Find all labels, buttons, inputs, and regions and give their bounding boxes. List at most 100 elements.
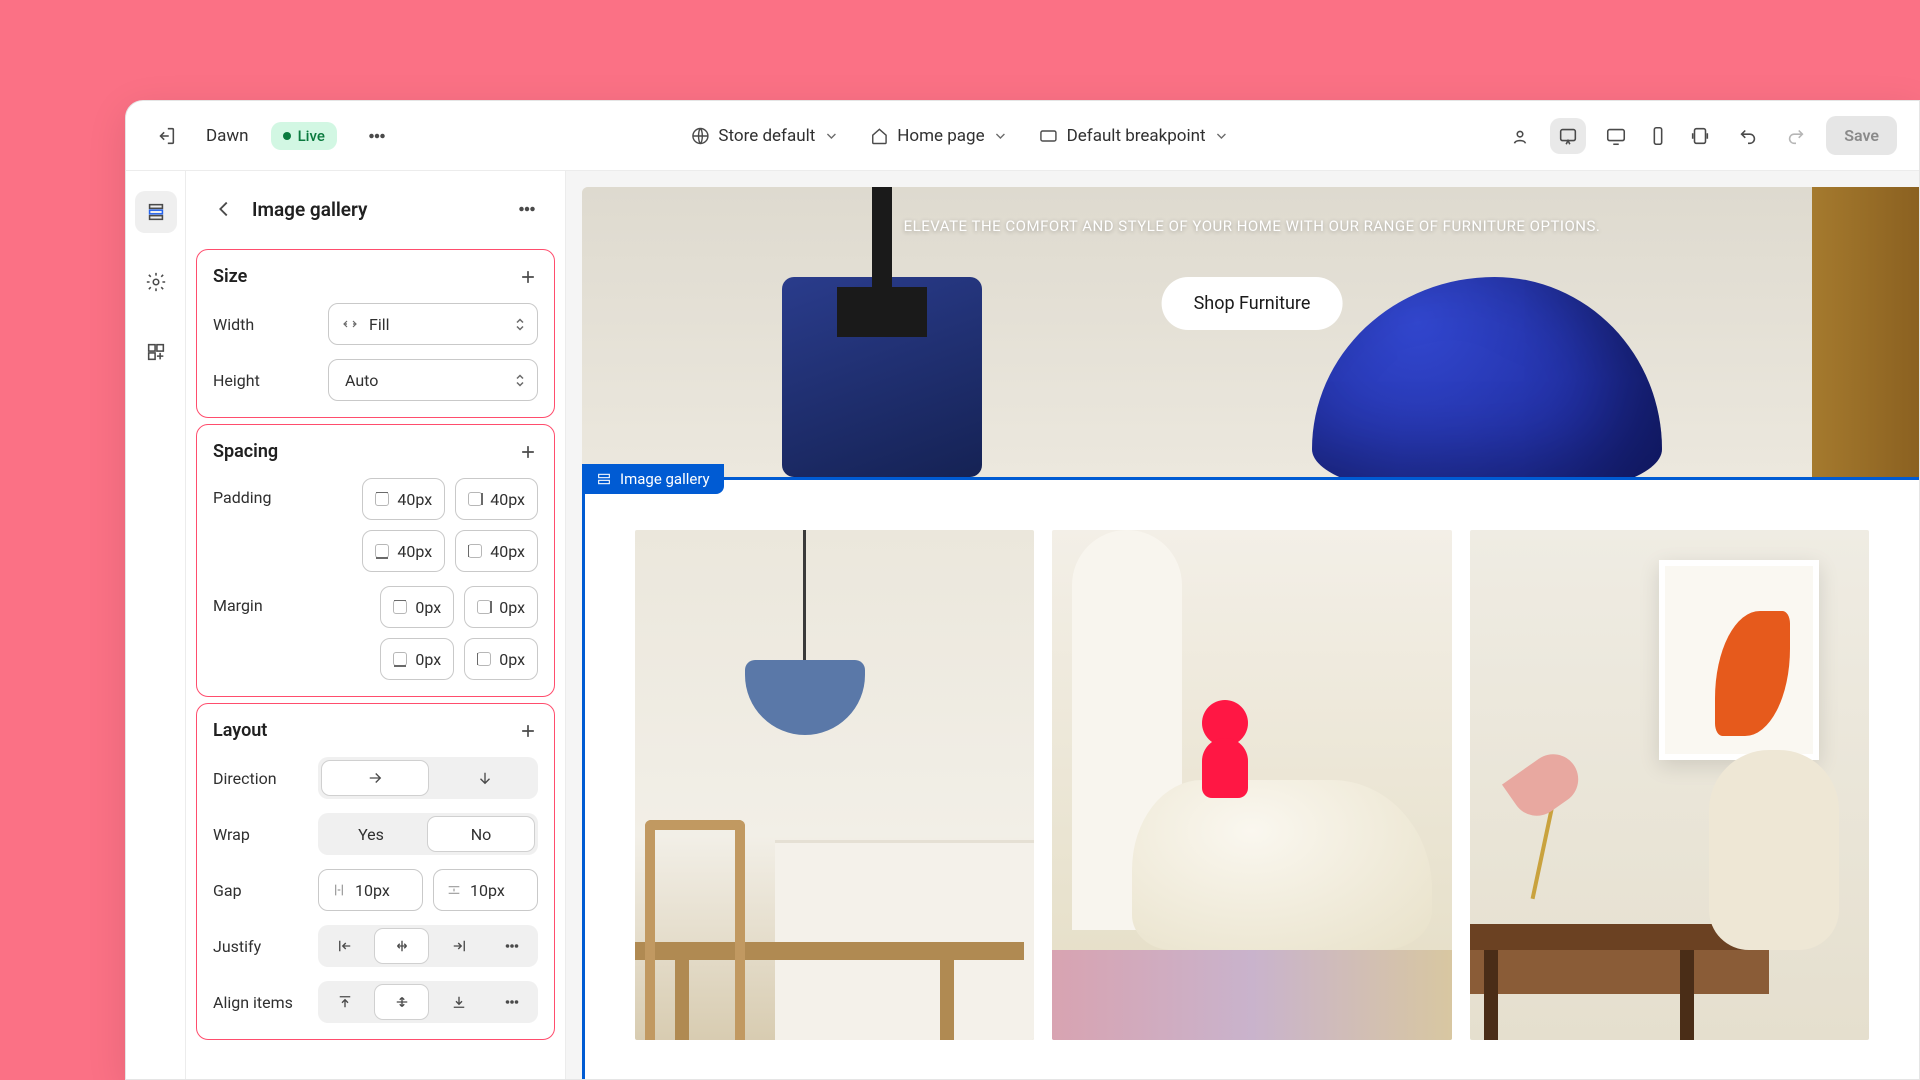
margin-bottom-input[interactable]: 0px [380, 638, 454, 680]
label-width: Width [213, 315, 254, 334]
panel-layout: Layout Direction Wrap Yes No [196, 703, 555, 1040]
add-size-prop-button[interactable] [518, 267, 538, 287]
justify-start-button[interactable] [318, 925, 371, 967]
more-icon [503, 993, 521, 1011]
align-segmented [318, 981, 538, 1023]
rail-apps-button[interactable] [135, 331, 177, 373]
edge-bottom-icon [375, 544, 389, 558]
more-actions-button[interactable] [359, 118, 395, 154]
wrap-no-button[interactable]: No [427, 816, 535, 852]
chevron-down-icon [823, 128, 839, 144]
inspector-sidebar: Image gallery Size Width Fill [186, 171, 566, 1079]
justify-center-button[interactable] [374, 928, 429, 964]
rail-settings-button[interactable] [135, 261, 177, 303]
image-gallery-section[interactable] [582, 477, 1919, 1079]
preview-canvas[interactable]: ELEVATE THE COMFORT AND STYLE OF YOUR HO… [566, 171, 1919, 1079]
inspector-mode-button[interactable] [1550, 118, 1586, 154]
display-icon [1039, 126, 1059, 146]
panel-size: Size Width Fill Height Auto [196, 249, 555, 418]
panel-spacing: Spacing Padding 40px 40px 40px 40px Marg… [196, 424, 555, 697]
edge-left-icon [477, 652, 491, 666]
height-select[interactable]: Auto [328, 359, 538, 401]
back-button[interactable] [206, 191, 242, 227]
justify-segmented [318, 925, 538, 967]
context-selector[interactable]: Store default [690, 126, 839, 146]
arrow-down-icon [476, 769, 494, 787]
margin-left-input[interactable]: 0px [464, 638, 538, 680]
align-end-button[interactable] [432, 981, 485, 1023]
padding-right-input[interactable]: 40px [455, 478, 538, 520]
inspector-more-button[interactable] [509, 191, 545, 227]
redo-button[interactable] [1778, 118, 1814, 154]
tool-rail [126, 171, 186, 1079]
width-select[interactable]: Fill [328, 303, 538, 345]
panel-title-spacing: Spacing [213, 441, 278, 462]
panel-title-layout: Layout [213, 720, 267, 741]
gallery-image-1[interactable] [635, 530, 1034, 1040]
label-height: Height [213, 371, 260, 390]
edge-right-icon [468, 492, 482, 506]
align-start-button[interactable] [318, 981, 371, 1023]
add-spacing-prop-button[interactable] [518, 442, 538, 462]
margin-top-input[interactable]: 0px [380, 586, 454, 628]
app-window: Dawn Live Store default Home page [125, 100, 1920, 1080]
label-wrap: Wrap [213, 825, 250, 844]
edge-right-icon [477, 600, 491, 614]
hero-tagline: ELEVATE THE COMFORT AND STYLE OF YOUR HO… [904, 217, 1601, 235]
home-icon [869, 126, 889, 146]
gallery-image-3[interactable] [1470, 530, 1869, 1040]
exit-editor-button[interactable] [148, 118, 184, 154]
edge-left-icon [468, 544, 482, 558]
gallery-image-2[interactable] [1052, 530, 1451, 1040]
align-more-button[interactable] [485, 981, 538, 1023]
wrap-yes-button[interactable]: Yes [318, 813, 424, 855]
globe-icon [690, 126, 710, 146]
rail-sections-button[interactable] [135, 191, 177, 233]
device-mobile-button[interactable] [1640, 118, 1676, 154]
justify-end-button[interactable] [432, 925, 485, 967]
label-direction: Direction [213, 769, 277, 788]
label-margin: Margin [213, 586, 263, 615]
add-layout-prop-button[interactable] [518, 721, 538, 741]
inspector-title: Image gallery [252, 198, 367, 221]
gap-column-icon [331, 882, 347, 898]
align-start-icon [336, 993, 354, 1011]
hero-curtain-graphic [1812, 187, 1919, 477]
device-fullscreen-button[interactable] [1682, 118, 1718, 154]
align-center-button[interactable] [374, 984, 429, 1020]
direction-segmented [318, 757, 538, 799]
padding-bottom-input[interactable]: 40px [362, 530, 445, 572]
live-status-badge: Live [271, 122, 337, 150]
width-fill-icon [341, 315, 359, 333]
justify-center-icon [393, 937, 411, 955]
more-icon [503, 937, 521, 955]
margin-right-input[interactable]: 0px [464, 586, 538, 628]
undo-button[interactable] [1730, 118, 1766, 154]
arrow-right-icon [366, 769, 384, 787]
breakpoint-selector[interactable]: Default breakpoint [1039, 126, 1230, 146]
panel-title-size: Size [213, 266, 247, 287]
stepper-icon [515, 318, 525, 331]
save-button[interactable]: Save [1826, 116, 1897, 155]
label-align: Align items [213, 993, 293, 1012]
page-selector[interactable]: Home page [869, 126, 1008, 146]
padding-left-input[interactable]: 40px [455, 530, 538, 572]
stepper-icon [515, 374, 525, 387]
selection-tag[interactable]: Image gallery [582, 464, 724, 494]
gap-column-input[interactable]: 10px [318, 869, 423, 911]
align-center-icon [393, 993, 411, 1011]
hero-cta-button[interactable]: Shop Furniture [1162, 277, 1343, 330]
justify-start-icon [336, 937, 354, 955]
justify-more-button[interactable] [485, 925, 538, 967]
direction-column-button[interactable] [432, 757, 538, 799]
device-desktop-button[interactable] [1598, 118, 1634, 154]
padding-top-input[interactable]: 40px [362, 478, 445, 520]
align-end-icon [450, 993, 468, 1011]
justify-end-icon [450, 937, 468, 955]
label-gap: Gap [213, 881, 242, 900]
gap-row-input[interactable]: 10px [433, 869, 538, 911]
direction-row-button[interactable] [321, 760, 429, 796]
hero-section[interactable]: ELEVATE THE COMFORT AND STYLE OF YOUR HO… [582, 187, 1919, 477]
preview-mode-button[interactable] [1502, 118, 1538, 154]
hero-lamp-base [837, 287, 927, 337]
